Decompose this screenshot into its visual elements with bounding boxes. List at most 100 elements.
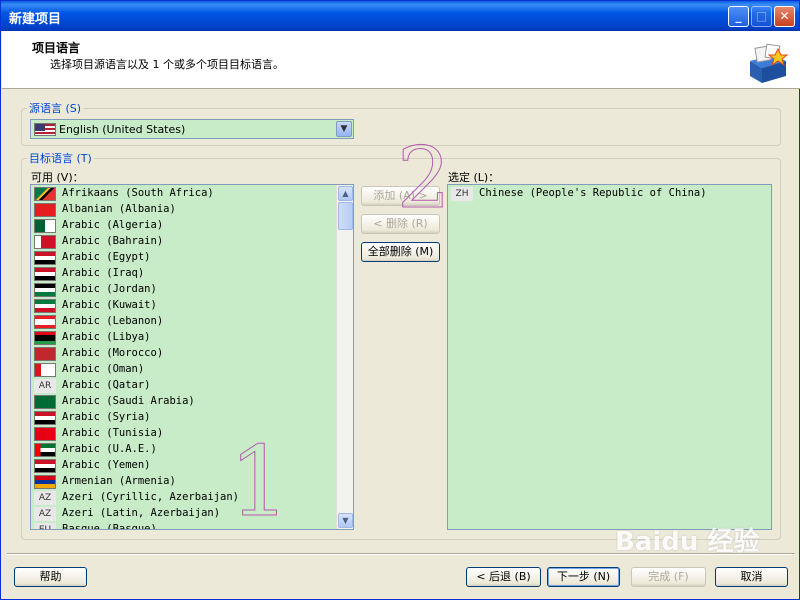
annotation-marker-2: 2 xyxy=(396,129,451,228)
al-flag-icon xyxy=(34,203,56,217)
jo-flag-icon xyxy=(34,283,56,297)
scroll-up-icon[interactable]: ▲ xyxy=(338,186,353,201)
ly-flag-icon xyxy=(34,331,56,345)
language-name: Arabic (Tunisia) xyxy=(62,427,164,439)
language-list-item[interactable]: Albanian (Albania) xyxy=(31,202,336,218)
language-list-item[interactable]: Armenian (Armenia) xyxy=(31,474,336,490)
language-list-item[interactable]: Arabic (Egypt) xyxy=(31,250,336,266)
watermark: Baidu 经验 xyxy=(615,527,760,557)
language-code-icon: AZ xyxy=(34,507,56,521)
project-box-icon xyxy=(750,43,789,83)
window-title: 新建项目 xyxy=(9,12,62,27)
scroll-thumb[interactable] xyxy=(338,202,353,230)
language-list-item[interactable]: Arabic (Iraq) xyxy=(31,266,336,282)
available-languages-list[interactable]: Afrikaans (South Africa) Albanian (Albani… xyxy=(30,184,354,530)
lb-flag-icon xyxy=(34,315,56,329)
bh-flag-icon xyxy=(34,235,56,249)
language-name: Armenian (Armenia) xyxy=(62,475,176,487)
language-list-item[interactable]: Arabic (U.A.E.) xyxy=(31,442,336,458)
new-project-dialog: 新建项目 _ □ ✕ 项目语言 选择项目源语言以及 1 个或多个项目目标语言。 … xyxy=(0,0,800,600)
title-bar[interactable]: 新建项目 xyxy=(1,1,799,31)
language-name: Arabic (Jordan) xyxy=(62,283,157,295)
language-list-item[interactable]: ZH Chinese (People's Republic of China) xyxy=(448,186,768,202)
language-name: Azeri (Cyrillic, Azerbaijan) xyxy=(62,491,240,503)
language-name: Arabic (Bahrain) xyxy=(62,235,164,247)
remove-all-button[interactable]: 全部删除 (M) xyxy=(361,242,440,262)
selected-label: 选定 (L)： xyxy=(448,171,500,184)
language-name: Arabic (Morocco) xyxy=(62,347,164,359)
language-name: Basque (Basque) xyxy=(62,523,157,530)
language-name: Arabic (Qatar) xyxy=(62,379,151,391)
language-list-item[interactable]: Arabic (Algeria) xyxy=(31,218,336,234)
annotation-marker-1: 1 xyxy=(228,426,291,539)
language-list-item[interactable]: Arabic (Oman) xyxy=(31,362,336,378)
scroll-down-icon[interactable]: ▼ xyxy=(338,513,353,528)
sy-flag-icon xyxy=(34,411,56,425)
om-flag-icon xyxy=(34,363,56,377)
us-flag-icon xyxy=(34,123,56,136)
eg-flag-icon xyxy=(34,251,56,265)
dz-flag-icon xyxy=(34,219,56,233)
sa-flag-icon xyxy=(34,395,56,409)
language-name: Arabic (Kuwait) xyxy=(62,299,157,311)
language-name: Arabic (Syria) xyxy=(62,411,151,423)
language-list-item[interactable]: Arabic (Yemen) xyxy=(31,458,336,474)
language-list-item[interactable]: Arabic (Morocco) xyxy=(31,346,336,362)
available-list-scrollbar[interactable]: ▲ ▼ xyxy=(336,185,353,529)
language-code-icon: EU xyxy=(34,523,56,529)
source-language-value: English (United States) xyxy=(59,123,186,136)
language-list-item[interactable]: Arabic (Saudi Arabia) xyxy=(31,394,336,410)
language-list-item[interactable]: AZ Azeri (Latin, Azerbaijan) xyxy=(31,506,336,522)
ae-flag-icon xyxy=(34,443,56,457)
cancel-button[interactable]: 取消 xyxy=(715,567,788,587)
language-name: Arabic (Saudi Arabia) xyxy=(62,395,195,407)
language-list-item[interactable]: Arabic (Syria) xyxy=(31,410,336,426)
language-name: Albanian (Albania) xyxy=(62,203,176,215)
iq-flag-icon xyxy=(34,267,56,281)
language-list-item[interactable]: Afrikaans (South Africa) xyxy=(31,186,336,202)
language-name: Arabic (Algeria) xyxy=(62,219,164,231)
am-flag-icon xyxy=(34,475,56,489)
language-code-icon: AZ xyxy=(34,491,56,505)
source-language-legend: 源语言 (S) xyxy=(27,100,84,116)
language-name: Arabic (Libya) xyxy=(62,331,151,343)
ye-flag-icon xyxy=(34,459,56,473)
language-list-item[interactable]: Arabic (Jordan) xyxy=(31,282,336,298)
za-flag-icon xyxy=(34,187,56,201)
selected-languages-list[interactable]: ZH Chinese (People's Republic of China) xyxy=(447,184,772,530)
language-name: Arabic (Yemen) xyxy=(62,459,151,471)
language-name: Arabic (Lebanon) xyxy=(62,315,164,327)
language-list-item[interactable]: AR Arabic (Qatar) xyxy=(31,378,336,394)
language-list-item[interactable]: Arabic (Tunisia) xyxy=(31,426,336,442)
language-code-icon: AR xyxy=(34,379,56,393)
language-name: Arabic (Egypt) xyxy=(62,251,151,263)
available-label: 可用 (V)： xyxy=(31,171,84,184)
language-name: Arabic (U.A.E.) xyxy=(62,443,157,455)
target-language-legend: 目标语言 (T) xyxy=(27,150,94,166)
language-list-item[interactable]: Arabic (Kuwait) xyxy=(31,298,336,314)
finish-button[interactable]: 完成 (F) xyxy=(631,567,706,587)
source-language-select[interactable]: English (United States) ▼ xyxy=(30,119,354,139)
close-button[interactable]: ✕ xyxy=(774,6,795,27)
kw-flag-icon xyxy=(34,299,56,313)
language-name: Chinese (People's Republic of China) xyxy=(479,187,707,199)
language-name: Arabic (Iraq) xyxy=(62,267,145,279)
back-button[interactable]: < 后退 (B) xyxy=(466,567,541,587)
language-name: Afrikaans (South Africa) xyxy=(62,187,214,199)
wizard-header: 项目语言 选择项目源语言以及 1 个或多个项目目标语言。 xyxy=(2,31,800,89)
language-name: Arabic (Oman) xyxy=(62,363,145,375)
language-list-item[interactable]: Arabic (Libya) xyxy=(31,330,336,346)
help-button[interactable]: 帮助 xyxy=(14,567,87,587)
ma-flag-icon xyxy=(34,347,56,361)
language-list-item[interactable]: EU Basque (Basque) xyxy=(31,522,336,530)
chevron-down-icon[interactable]: ▼ xyxy=(336,121,352,137)
language-list-item[interactable]: AZ Azeri (Cyrillic, Azerbaijan) xyxy=(31,490,336,506)
maximize-button: □ xyxy=(751,6,772,27)
next-button[interactable]: 下一步 (N) xyxy=(547,567,620,587)
language-code-icon: ZH xyxy=(451,187,473,201)
language-name: Azeri (Latin, Azerbaijan) xyxy=(62,507,221,519)
page-subtitle: 选择项目源语言以及 1 个或多个项目目标语言。 xyxy=(50,58,284,71)
language-list-item[interactable]: Arabic (Bahrain) xyxy=(31,234,336,250)
language-list-item[interactable]: Arabic (Lebanon) xyxy=(31,314,336,330)
minimize-button[interactable]: _ xyxy=(728,6,749,27)
